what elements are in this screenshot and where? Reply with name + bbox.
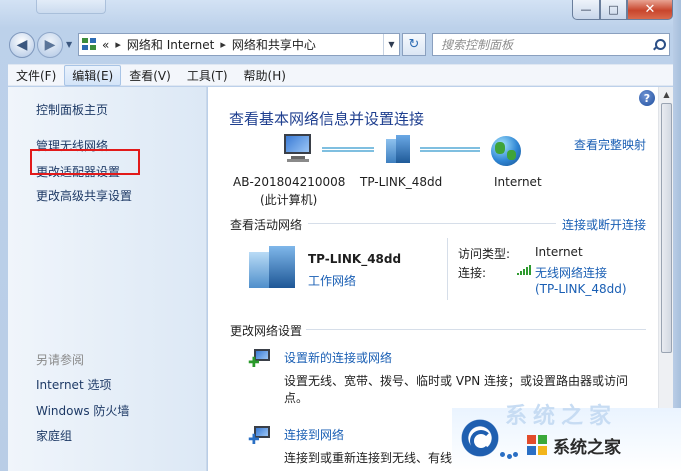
breadcrumb-separator[interactable]: ▸ xyxy=(220,38,226,51)
watermark-text: 系统之家 xyxy=(553,438,621,458)
scrollbar-thumb[interactable] xyxy=(661,103,672,353)
homegroup-link[interactable]: 家庭组 xyxy=(36,427,72,444)
map-connector-line xyxy=(322,147,374,152)
wireless-connection-link[interactable]: 无线网络连接 xyxy=(535,264,607,281)
access-type-label: 访问类型: xyxy=(458,247,511,261)
maximize-button[interactable]: □ xyxy=(600,0,627,20)
scroll-up-arrow-icon[interactable]: ▲ xyxy=(659,87,674,101)
search-box[interactable]: 搜索控制面板 xyxy=(432,33,670,56)
minimize-button[interactable]: — xyxy=(572,0,600,20)
connect-disconnect-link[interactable]: 连接或断开连接 xyxy=(562,216,646,233)
wireless-connection-ssid-link[interactable]: (TP-LINK_48dd) xyxy=(535,282,627,296)
access-type-value: Internet xyxy=(535,245,583,259)
refresh-button[interactable]: ↻ xyxy=(402,33,426,56)
setup-new-connection-desc: 设置无线、宽带、拨号、临时或 VPN 连接；或设置路由器或访问 xyxy=(284,374,629,388)
connect-to-network-link[interactable]: 连接到网络 xyxy=(284,426,344,443)
search-icon[interactable] xyxy=(652,38,666,51)
address-bar[interactable]: « ▸ 网络和 Internet ▸ 网络和共享中心 ▼ xyxy=(78,33,400,56)
internet-options-link[interactable]: Internet 选项 xyxy=(36,376,111,393)
search-placeholder[interactable]: 搜索控制面板 xyxy=(441,36,513,53)
see-also-heading: 另请参阅 xyxy=(36,353,85,367)
internet-label: Internet xyxy=(494,175,542,189)
setup-new-connection-link[interactable]: 设置新的连接或网络 xyxy=(284,349,392,366)
new-connection-icon[interactable]: ✚ xyxy=(248,347,274,371)
menu-help[interactable]: 帮助(H) xyxy=(236,65,294,86)
address-dropdown-button[interactable]: ▼ xyxy=(383,34,399,55)
connect-network-icon[interactable]: ✚ xyxy=(248,424,274,448)
menu-edit[interactable]: 编辑(E) xyxy=(64,64,122,86)
see-full-map-link[interactable]: 查看完整映射 xyxy=(574,136,646,153)
active-network-name: TP-LINK_48dd xyxy=(308,252,402,266)
menu-file[interactable]: 文件(F) xyxy=(8,65,64,86)
window-right-border xyxy=(673,0,681,471)
left-task-pane: 控制面板主页 管理无线网络 更改适配器设置 更改高级共享设置 另请参阅 Inte… xyxy=(8,87,207,471)
network-type-link[interactable]: 工作网络 xyxy=(308,272,356,289)
highlight-box xyxy=(30,149,140,175)
connect-to-network-desc: 连接到或重新连接到无线、有线 xyxy=(284,451,453,465)
change-settings-heading: 更改网络设置 xyxy=(230,324,303,338)
menu-view[interactable]: 查看(V) xyxy=(121,65,179,86)
network-folder-icon xyxy=(82,37,98,52)
watermark-windows-icon xyxy=(527,435,549,457)
change-advanced-sharing-link[interactable]: 更改高级共享设置 xyxy=(36,187,132,204)
router-name-label: TP-LINK_48dd xyxy=(360,175,443,189)
watermark-dots-icon xyxy=(500,452,518,460)
vertical-divider xyxy=(447,238,448,300)
router-icon[interactable] xyxy=(384,135,412,165)
section-divider xyxy=(306,329,646,330)
breadcrumb-network-sharing-center[interactable]: 网络和共享中心 xyxy=(232,36,316,53)
menu-tools[interactable]: 工具(T) xyxy=(179,65,236,86)
back-button[interactable]: ◀ xyxy=(9,32,35,58)
connection-label: 连接: xyxy=(458,266,487,280)
page-title: 查看基本网络信息并设置连接 xyxy=(229,110,425,128)
this-computer-label: (此计算机) xyxy=(260,193,318,207)
control-panel-home-link[interactable]: 控制面板主页 xyxy=(36,101,108,118)
windows-firewall-link[interactable]: Windows 防火墙 xyxy=(36,402,129,419)
breadcrumb-network-internet[interactable]: 网络和 Internet xyxy=(127,36,214,53)
setup-new-connection-desc-cont: 点。 xyxy=(284,391,309,405)
back-arrow-icon: ◀ xyxy=(16,37,28,53)
network-router-icon xyxy=(249,246,297,288)
breadcrumb-separator[interactable]: ▸ xyxy=(115,38,121,51)
forward-arrow-icon: ▶ xyxy=(44,37,56,53)
computer-icon[interactable] xyxy=(281,134,313,164)
title-bar-tab xyxy=(36,0,106,14)
help-icon[interactable]: ? xyxy=(639,90,655,106)
forward-button[interactable]: ▶ xyxy=(37,32,63,58)
breadcrumb-overflow[interactable]: « xyxy=(102,38,109,52)
computer-name-label: AB-201804210008 xyxy=(233,175,346,189)
refresh-icon: ↻ xyxy=(408,37,420,52)
active-networks-heading: 查看活动网络 xyxy=(230,218,303,232)
section-divider xyxy=(308,223,556,224)
menu-bar: 文件(F) 编辑(E) 查看(V) 工具(T) 帮助(H) xyxy=(8,64,673,86)
watermark-faded-text: 系统之家 xyxy=(505,404,618,429)
recent-pages-dropdown[interactable]: ▼ xyxy=(66,40,72,49)
wireless-signal-icon xyxy=(517,265,531,275)
close-button[interactable]: ✕ xyxy=(627,0,673,20)
watermark-swirl-icon xyxy=(470,430,492,452)
map-connector-line xyxy=(420,147,480,152)
internet-globe-icon[interactable] xyxy=(491,136,521,166)
